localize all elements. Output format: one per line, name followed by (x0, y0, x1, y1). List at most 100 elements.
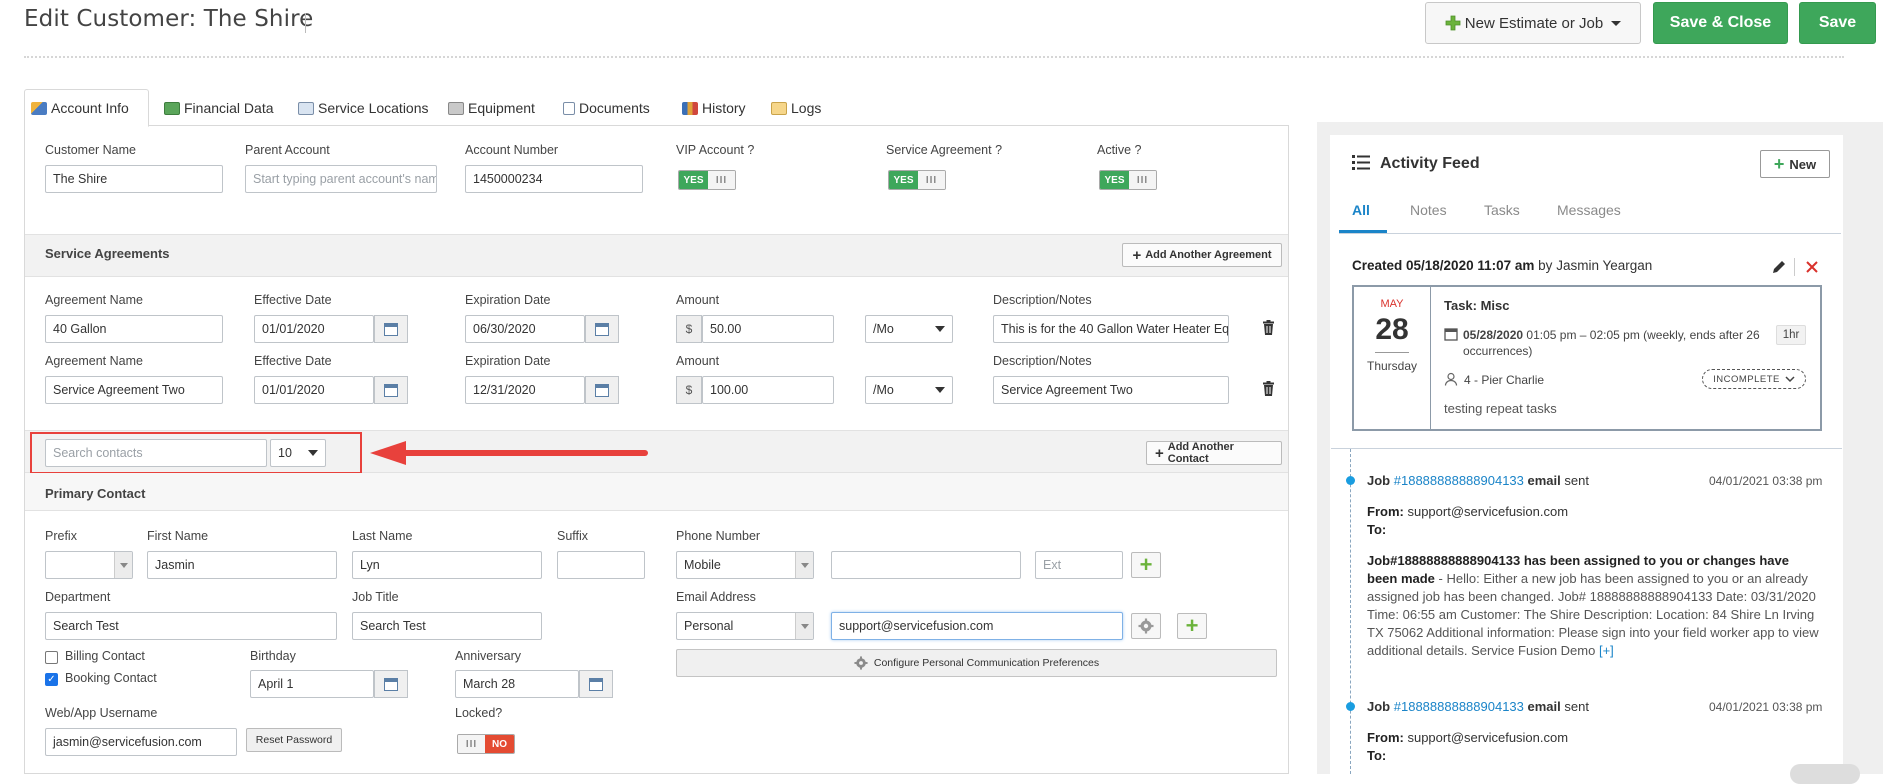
pencil-icon[interactable] (1772, 260, 1786, 274)
add-contact-label: Add Another Contact (1167, 441, 1234, 465)
from-label: From: (1367, 504, 1404, 519)
save-and-close-button[interactable]: Save & Close (1653, 2, 1788, 44)
feed-tab-messages[interactable]: Messages (1557, 202, 1621, 218)
close-icon[interactable] (1806, 261, 1818, 273)
expiration-date-input[interactable]: 06/30/2020 (465, 315, 585, 343)
reset-password-button[interactable]: Reset Password (246, 728, 342, 752)
tab-documents[interactable]: Documents (557, 89, 656, 127)
agreement-name-input[interactable]: 40 Gallon (45, 315, 223, 343)
plus-icon: + (1773, 154, 1785, 174)
billing-contact-checkbox[interactable] (45, 651, 58, 664)
department-input[interactable]: Search Test (45, 612, 337, 640)
tab-label: Logs (791, 100, 822, 116)
last-name-label: Last Name (352, 529, 413, 543)
save-button[interactable]: Save (1799, 2, 1876, 44)
add-email-button[interactable]: + (1177, 613, 1207, 639)
amount-input[interactable]: 50.00 (702, 315, 834, 343)
calendar-icon (384, 322, 398, 336)
chart-icon (682, 101, 698, 115)
email-settings-button[interactable] (1131, 613, 1161, 639)
tab-account-info[interactable]: Account Info (24, 89, 149, 127)
trash-icon[interactable] (1262, 320, 1275, 335)
description-notes-input[interactable]: This is for the 40 Gallon Water Heater E… (993, 315, 1229, 343)
tab-logs[interactable]: Logs (765, 89, 827, 127)
parent-account-label: Parent Account (245, 143, 330, 157)
feed-tab-notes[interactable]: Notes (1410, 202, 1447, 218)
entry-type: email (1527, 699, 1561, 714)
expand-link[interactable]: [+] (1599, 643, 1614, 658)
tab-history[interactable]: History (676, 89, 752, 127)
tab-service-locations[interactable]: Service Locations (292, 89, 435, 127)
currency-addon: $ (676, 376, 702, 404)
active-toggle[interactable]: YES III (1099, 170, 1157, 190)
service-agreement-toggle[interactable]: YES III (888, 170, 946, 190)
chevron-down-icon (1785, 376, 1795, 383)
chevron-down-icon (935, 387, 945, 393)
calendar-icon (595, 322, 609, 336)
amount-input[interactable]: 100.00 (702, 376, 834, 404)
effective-date-input[interactable]: 01/01/2020 (254, 376, 374, 404)
red-arrow-icon (370, 441, 648, 465)
suffix-input[interactable] (557, 551, 645, 579)
job-title-input[interactable]: Search Test (352, 612, 542, 640)
add-another-agreement-button[interactable]: + Add Another Agreement (1122, 243, 1282, 267)
task-month: MAY (1380, 298, 1404, 310)
email-input[interactable]: support@servicefusion.com (831, 612, 1123, 640)
add-phone-button[interactable]: + (1131, 552, 1161, 578)
effective-date-input[interactable]: 01/01/2020 (254, 315, 374, 343)
birthday-label: Birthday (250, 649, 296, 663)
booking-contact-checkbox[interactable]: ✓ (45, 673, 58, 686)
expiration-date-input[interactable]: 12/31/2020 (465, 376, 585, 404)
phone-ext-input[interactable]: Ext (1035, 551, 1123, 579)
username-input[interactable]: jasmin@servicefusion.com (45, 728, 237, 756)
job-link[interactable]: #18888888888904133 (1394, 473, 1524, 488)
expiration-date-calendar-button[interactable] (585, 315, 619, 343)
job-link[interactable]: #18888888888904133 (1394, 699, 1524, 714)
add-agreement-label: Add Another Agreement (1145, 249, 1272, 261)
locked-toggle[interactable]: III NO (457, 734, 515, 754)
configure-communication-preferences-button[interactable]: Configure Personal Communication Prefere… (676, 649, 1277, 677)
tab-label: History (702, 100, 746, 116)
effective-date-calendar-button[interactable] (374, 376, 408, 404)
trash-icon[interactable] (1262, 381, 1275, 396)
green-plus-icon: + (1185, 613, 1199, 638)
list-icon (1352, 155, 1370, 170)
tab-financial-data[interactable]: Financial Data (158, 89, 280, 127)
description-notes-input[interactable]: Service Agreement Two (993, 376, 1229, 404)
phone-type-select[interactable]: Mobile (676, 551, 814, 579)
new-estimate-or-job-button[interactable]: New Estimate or Job (1425, 2, 1641, 44)
anniversary-calendar-button[interactable] (579, 670, 613, 698)
first-name-input[interactable]: Jasmin (147, 551, 337, 579)
birthday-input[interactable]: April 1 (250, 670, 374, 698)
add-another-contact-button[interactable]: + Add Another Contact (1146, 441, 1282, 465)
tab-equipment[interactable]: Equipment (442, 89, 541, 127)
parent-account-input[interactable]: Start typing parent account's nam (245, 165, 437, 193)
feed-tab-tasks[interactable]: Tasks (1484, 202, 1520, 218)
account-number-label: Account Number (465, 143, 559, 157)
last-name-input[interactable]: Lyn (352, 551, 542, 579)
birthday-calendar-button[interactable] (374, 670, 408, 698)
new-activity-button[interactable]: + New (1760, 150, 1830, 178)
prefix-select[interactable] (45, 551, 133, 579)
phone-number-input[interactable] (831, 551, 1021, 579)
entry-message: Job#18888888888904133 has been assigned … (1367, 552, 1819, 660)
chevron-down-icon (308, 450, 318, 456)
task-schedule: 05/28/2020 01:05 pm – 02:05 pm (weekly, … (1463, 327, 1773, 359)
period-select[interactable]: /Mo (865, 376, 953, 404)
expiration-date-calendar-button[interactable] (585, 376, 619, 404)
effective-date-calendar-button[interactable] (374, 315, 408, 343)
feed-tab-all[interactable]: All (1352, 202, 1370, 218)
agreement-name-input[interactable]: Service Agreement Two (45, 376, 223, 404)
anniversary-input[interactable]: March 28 (455, 670, 579, 698)
period-select[interactable]: /Mo (865, 315, 953, 343)
task-status-select[interactable]: INCOMPLETE (1702, 369, 1806, 389)
vip-account-toggle[interactable]: YES III (678, 170, 736, 190)
scroll-handle[interactable] (1790, 764, 1860, 784)
department-label: Department (45, 590, 111, 604)
search-contacts-input[interactable]: Search contacts (45, 439, 267, 467)
page-size-select[interactable]: 10 (270, 439, 326, 467)
account-number-input[interactable]: 1450000234 (465, 165, 643, 193)
customer-name-input[interactable]: The Shire (45, 165, 223, 193)
feed-tabs-divider (1339, 233, 1841, 234)
email-type-select[interactable]: Personal (676, 612, 814, 640)
